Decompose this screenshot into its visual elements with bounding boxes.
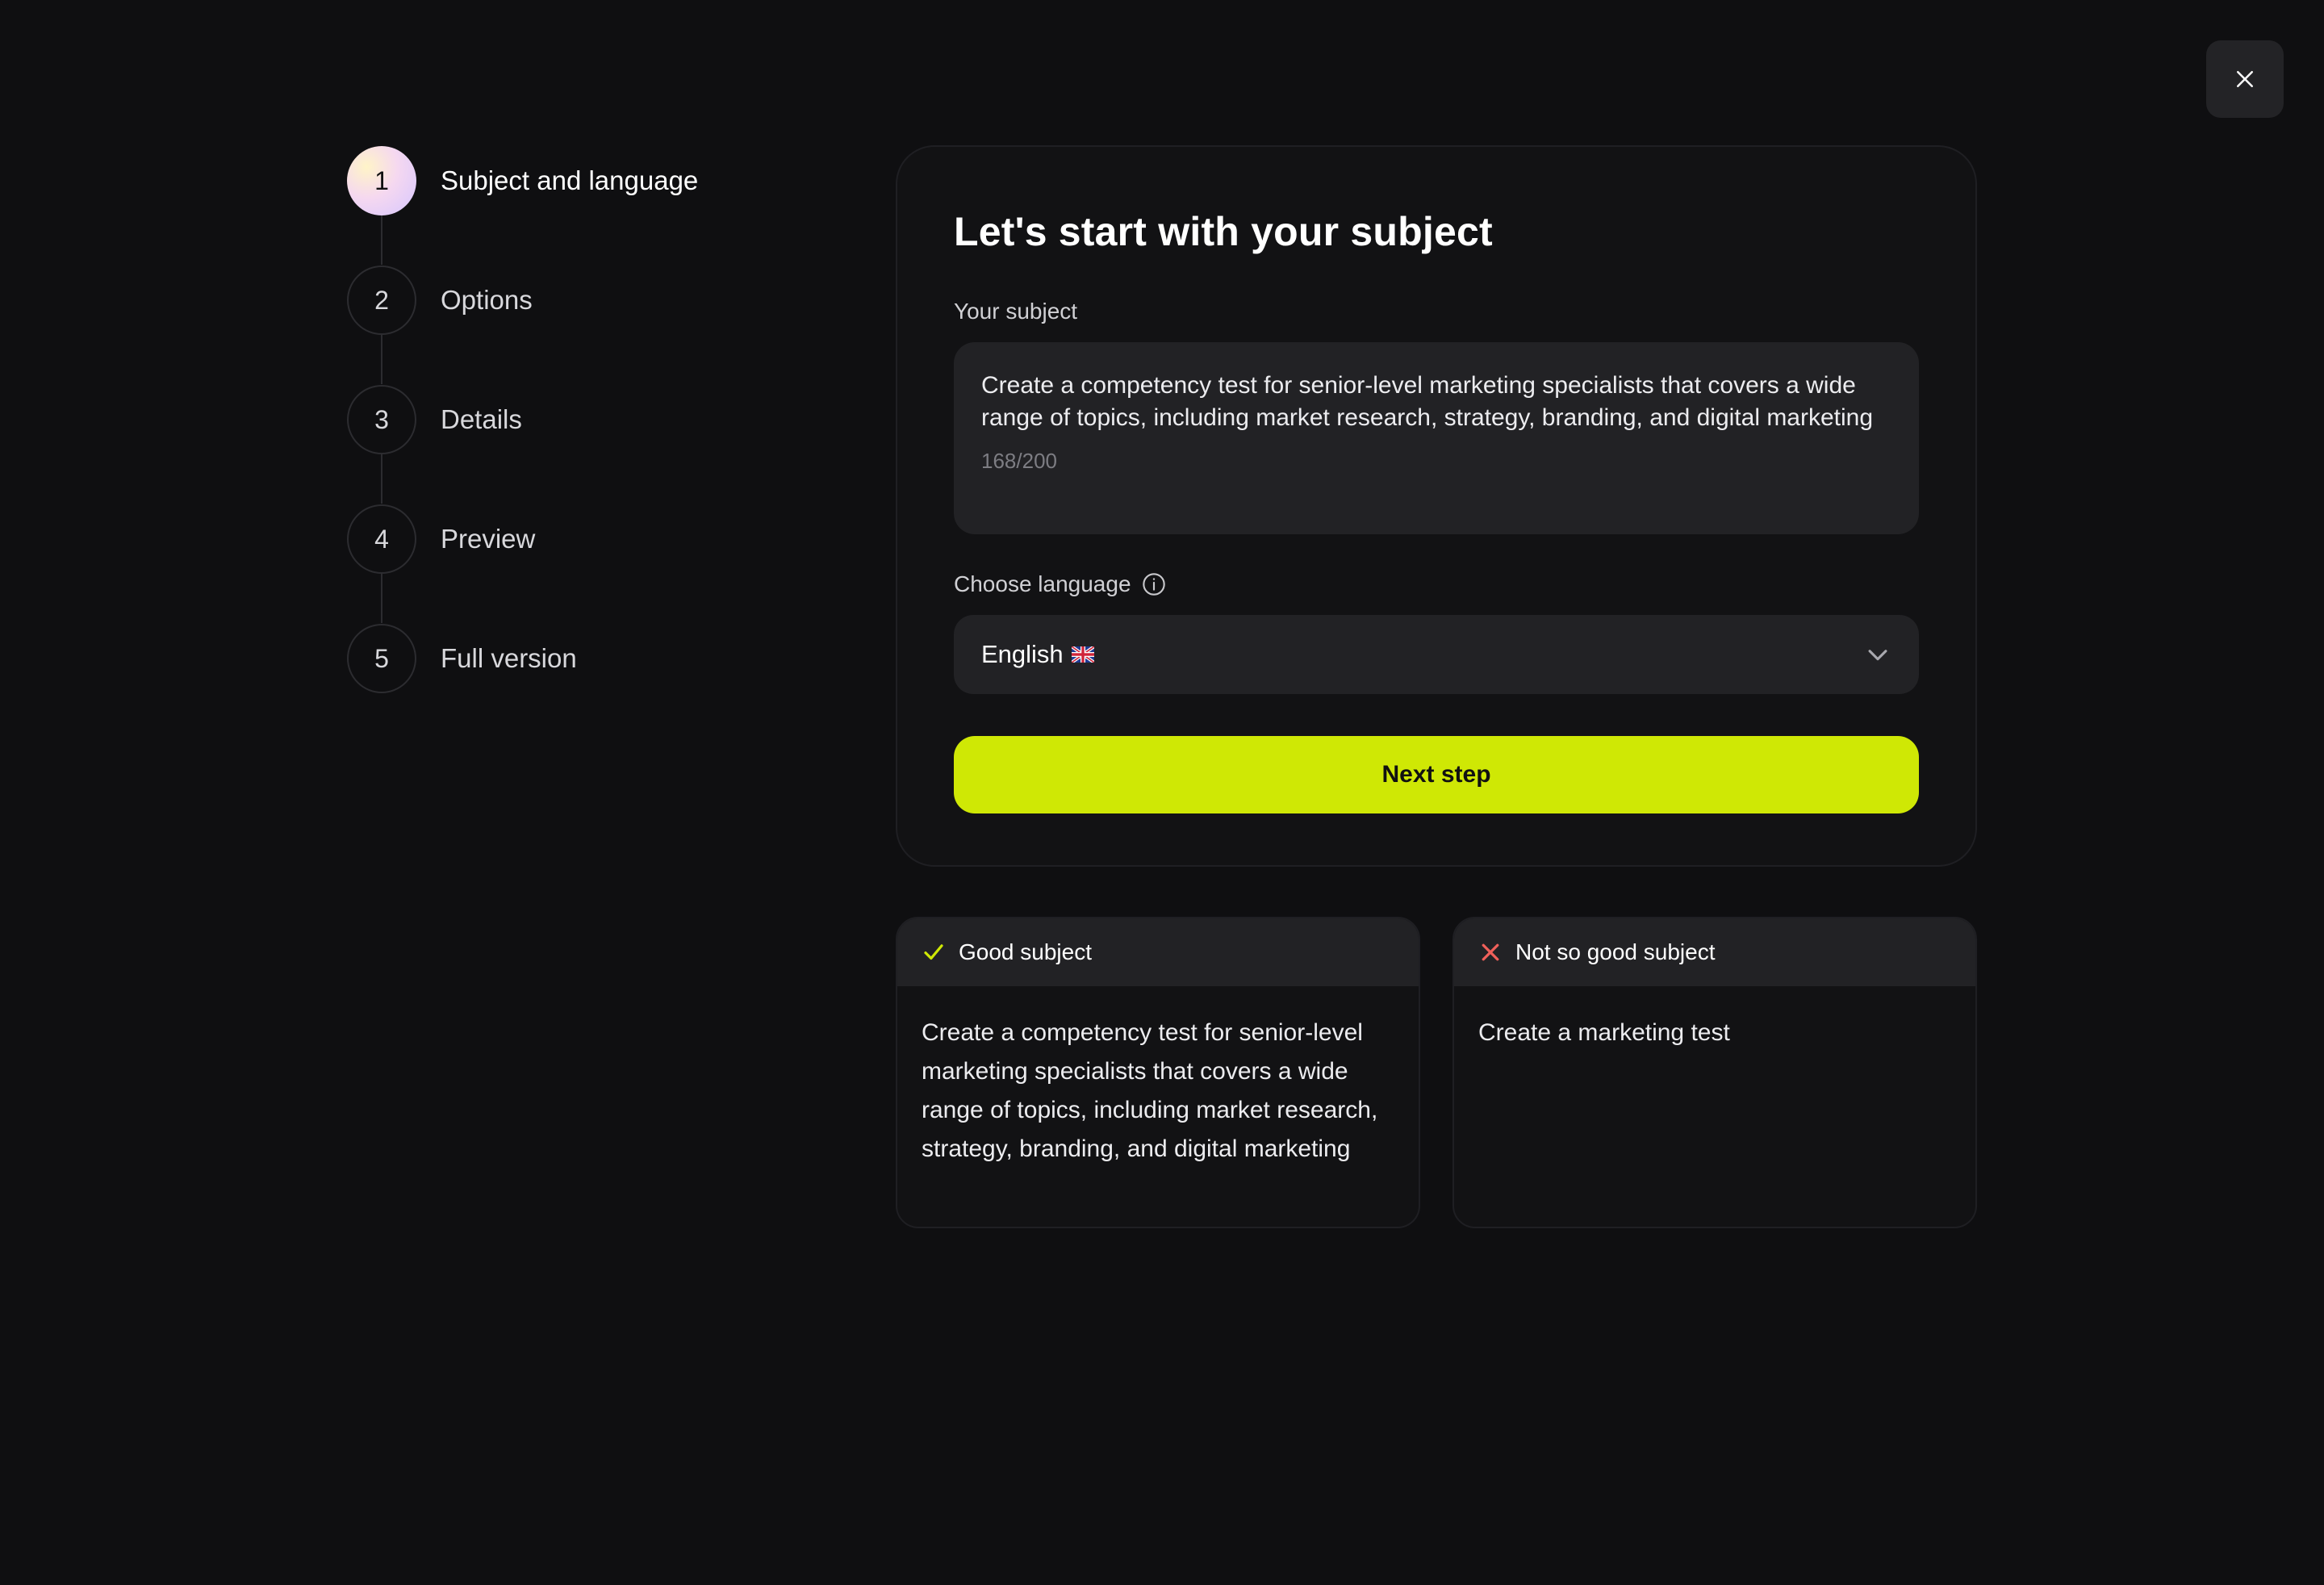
subject-card: Let's start with your subject Your subje… — [896, 145, 1977, 867]
good-subject-text: Create a competency test for senior-leve… — [922, 1019, 1378, 1162]
subject-input[interactable]: Create a competency test for senior-leve… — [954, 342, 1919, 534]
step-label: Subject and language — [441, 165, 699, 195]
good-subject-title: Good subject — [959, 939, 1092, 964]
good-subject-header: Good subject — [897, 918, 1419, 986]
language-label: Choose language — [954, 571, 1919, 597]
bad-subject-text: Create a marketing test — [1478, 1019, 1730, 1046]
step-number: 3 — [347, 385, 416, 454]
close-icon — [2237, 71, 2253, 87]
step-options[interactable]: 2 Options — [347, 265, 912, 384]
char-count: 168/200 — [981, 449, 1057, 473]
language-label-text: Choose language — [954, 571, 1131, 596]
subject-label-text: Your subject — [954, 299, 1078, 324]
page-title: Let's start with your subject — [954, 209, 1493, 254]
chevron-down-icon — [1868, 650, 1887, 661]
step-connector — [381, 334, 382, 384]
language-select-value: English — [981, 640, 1094, 669]
stepper: 1 Subject and language 2 Options 3 Detai… — [347, 145, 912, 694]
language-value: English — [981, 640, 1064, 668]
step-full-version[interactable]: 5 Full version — [347, 623, 912, 694]
step-number: 2 — [347, 266, 416, 335]
step-number: 1 — [347, 146, 416, 215]
step-label: Options — [441, 285, 533, 315]
language-select[interactable]: English — [954, 615, 1919, 694]
cross-icon — [1482, 943, 1499, 961]
step-connector — [381, 454, 382, 504]
bad-subject-header: Not so good subject — [1454, 918, 1975, 986]
step-subject-and-language[interactable]: 1 Subject and language — [347, 145, 912, 265]
step-connector — [381, 215, 382, 265]
bad-subject-title: Not so good subject — [1515, 939, 1716, 964]
step-number: 4 — [347, 504, 416, 574]
step-preview[interactable]: 4 Preview — [347, 504, 912, 623]
close-button[interactable] — [2206, 40, 2284, 118]
page: 1 Subject and language 2 Options 3 Detai… — [0, 0, 2324, 1585]
info-icon[interactable] — [1141, 571, 1167, 597]
good-subject-example: Good subject Create a competency test fo… — [896, 917, 1420, 1228]
step-label: Full version — [441, 643, 577, 673]
step-number: 5 — [347, 624, 416, 693]
bad-subject-example: Not so good subject Create a marketing t… — [1452, 917, 1977, 1228]
step-details[interactable]: 3 Details — [347, 384, 912, 504]
uk-flag-icon — [1071, 646, 1094, 663]
step-label: Preview — [441, 524, 536, 554]
subject-label: Your subject — [954, 299, 1919, 324]
next-step-button[interactable]: Next step — [954, 736, 1919, 813]
subject-input-text[interactable]: Create a competency test for senior-leve… — [981, 370, 1891, 434]
check-icon — [924, 944, 943, 960]
step-connector — [381, 573, 382, 623]
step-label: Details — [441, 404, 522, 434]
